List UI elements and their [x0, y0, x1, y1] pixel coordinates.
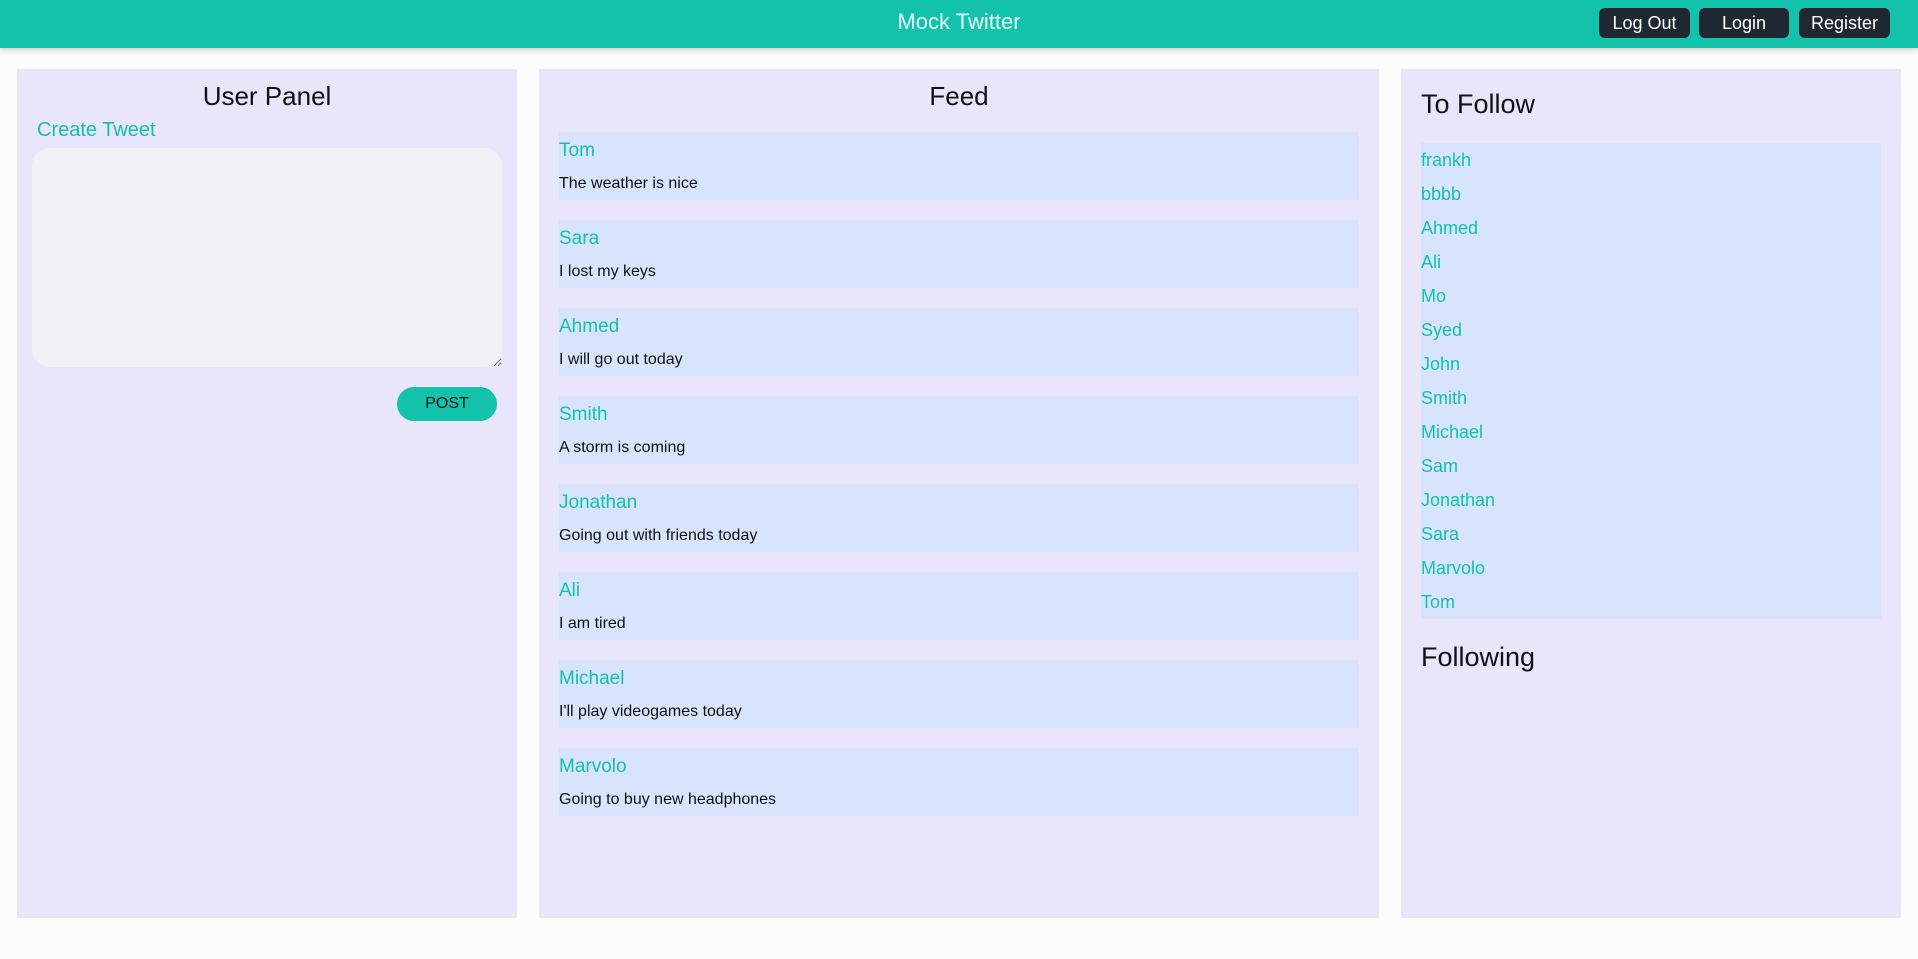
tweet-card: Sara I lost my keys: [559, 220, 1359, 288]
tweet-username[interactable]: Ali: [559, 580, 580, 602]
tweet-text: A storm is coming: [559, 439, 686, 456]
follow-item[interactable]: Sam: [1421, 456, 1881, 490]
follow-item[interactable]: Smith: [1421, 388, 1881, 422]
following-title: Following: [1421, 642, 1536, 672]
to-follow-list: frankh bbbb Ahmed Ali Mo Syed John Smith…: [1421, 143, 1881, 619]
login-button[interactable]: Login: [1699, 8, 1789, 38]
tweet-username[interactable]: Marvolo: [559, 756, 627, 778]
tweet-text: I'll play videogames today: [559, 703, 742, 720]
feed-list: Tom The weather is nice Sara I lost my k…: [559, 132, 1359, 836]
create-tweet-link[interactable]: Create Tweet: [37, 119, 156, 142]
follow-item[interactable]: Sara: [1421, 524, 1881, 558]
tweet-textarea[interactable]: [32, 148, 502, 367]
follow-item[interactable]: Ahmed: [1421, 218, 1881, 252]
feed-title: Feed: [929, 81, 989, 111]
user-panel-title: User Panel: [202, 81, 332, 111]
tweet-text: The weather is nice: [559, 175, 698, 192]
top-navbar: Mock Twitter Log Out Login Register: [0, 0, 1918, 48]
follow-item[interactable]: Michael: [1421, 422, 1881, 456]
tweet-username[interactable]: Ahmed: [559, 316, 619, 338]
tweet-card: Smith A storm is coming: [559, 396, 1359, 464]
follow-panel: To Follow frankh bbbb Ahmed Ali Mo Syed …: [1401, 69, 1901, 918]
tweet-card: Michael I'll play videogames today: [559, 660, 1359, 728]
logout-button[interactable]: Log Out: [1599, 8, 1690, 38]
follow-item[interactable]: Tom: [1421, 592, 1881, 626]
user-panel: User Panel Create Tweet POST: [17, 69, 517, 918]
follow-item[interactable]: Syed: [1421, 320, 1881, 354]
tweet-card: Ali I am tired: [559, 572, 1359, 640]
follow-item[interactable]: Jonathan: [1421, 490, 1881, 524]
follow-item[interactable]: frankh: [1421, 150, 1881, 184]
to-follow-title: To Follow: [1421, 89, 1536, 119]
tweet-text: Going out with friends today: [559, 527, 758, 544]
follow-item[interactable]: John: [1421, 354, 1881, 388]
tweet-card: Tom The weather is nice: [559, 132, 1359, 200]
tweet-username[interactable]: Tom: [559, 140, 595, 162]
register-button[interactable]: Register: [1799, 8, 1890, 38]
tweet-text: Going to buy new headphones: [559, 791, 777, 808]
tweet-card: Ahmed I will go out today: [559, 308, 1359, 376]
tweet-text: I will go out today: [559, 351, 683, 368]
tweet-username[interactable]: Michael: [559, 668, 624, 690]
follow-item[interactable]: Ali: [1421, 252, 1881, 286]
follow-item[interactable]: Marvolo: [1421, 558, 1881, 592]
tweet-username[interactable]: Smith: [559, 404, 608, 426]
post-button[interactable]: POST: [397, 387, 497, 421]
tweet-card: Jonathan Going out with friends today: [559, 484, 1359, 552]
tweet-text: I lost my keys: [559, 263, 656, 280]
tweet-card: Marvolo Going to buy new headphones: [559, 748, 1359, 816]
follow-item[interactable]: bbbb: [1421, 184, 1881, 218]
feed-panel: Feed Tom The weather is nice Sara I lost…: [539, 69, 1379, 918]
tweet-username[interactable]: Jonathan: [559, 492, 637, 514]
tweet-text: I am tired: [559, 615, 626, 632]
follow-item[interactable]: Mo: [1421, 286, 1881, 320]
tweet-username[interactable]: Sara: [559, 228, 599, 250]
